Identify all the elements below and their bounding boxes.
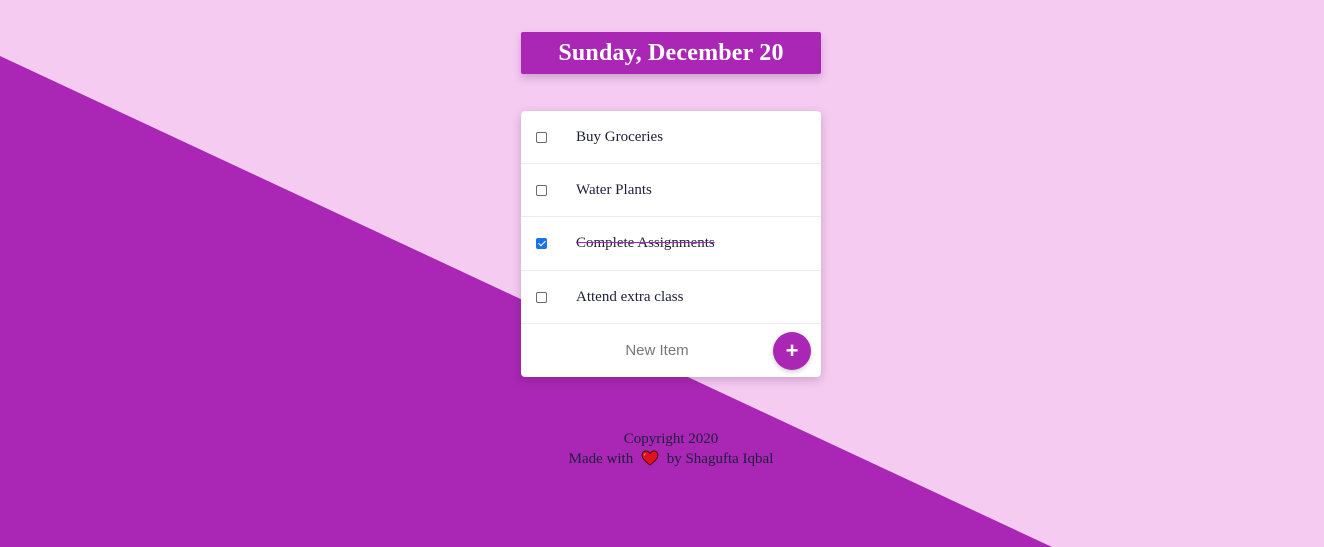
item-label-completed: Complete Assignments — [576, 235, 715, 251]
list-item[interactable]: Buy Groceries — [521, 111, 821, 164]
copyright-text: Copyright 2020 — [623, 431, 719, 447]
list-item[interactable]: Water Plants — [521, 164, 821, 217]
list-item[interactable]: Attend extra class — [521, 271, 821, 324]
made-with-text: Made with — [568, 451, 634, 467]
date-header: Sunday, December 20 — [521, 32, 821, 74]
item-checkbox[interactable] — [536, 184, 547, 196]
item-label: Buy Groceries — [576, 128, 664, 145]
heart-icon — [641, 450, 659, 472]
item-label: Attend extra class — [576, 288, 684, 305]
todo-list-card: Buy Groceries Water Plants Complete Assi… — [521, 111, 821, 377]
made-with-line: Made with by Shagufta Iqbal — [521, 449, 821, 472]
new-item-input[interactable] — [565, 341, 749, 360]
date-title: Sunday, December 20 — [558, 39, 784, 66]
author-text: by Shagufta Iqbal — [666, 451, 774, 467]
list-item[interactable]: Complete Assignments — [521, 217, 821, 271]
item-checkbox[interactable] — [536, 131, 547, 143]
item-checkbox[interactable] — [536, 291, 547, 303]
item-label: Water Plants — [576, 181, 652, 198]
footer: Copyright 2020 Made with by Shagufta Iqb… — [521, 429, 821, 472]
add-item-button[interactable]: + — [773, 332, 811, 370]
item-checkbox-checked[interactable] — [536, 238, 547, 249]
new-item-row: + — [521, 324, 821, 377]
